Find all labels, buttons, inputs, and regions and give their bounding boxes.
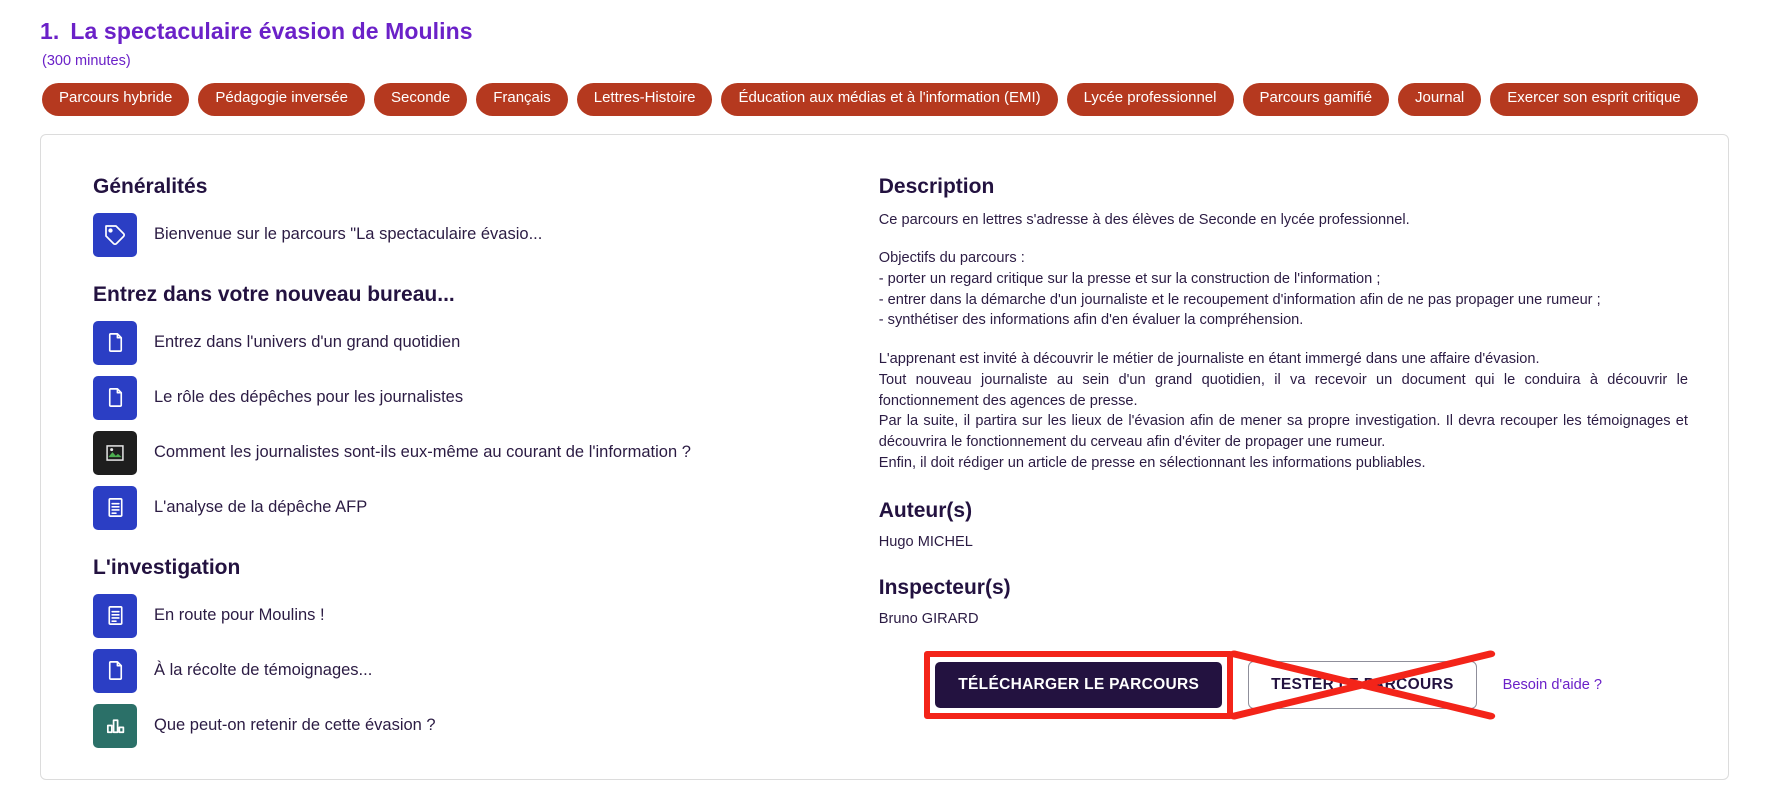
objective-item: - porter un regard critique sur la press… <box>878 270 1381 287</box>
tag-pill[interactable]: Pédagogie inversée <box>198 83 365 116</box>
body-paragraph: Enfin, il doit rédiger un article de pre… <box>878 454 1426 471</box>
authors-value: Hugo MICHEL <box>878 534 973 551</box>
activity-row[interactable]: Bienvenue sur le parcours "La spectacula… <box>93 212 821 257</box>
body-paragraph: L'apprenant est invité à découvrir le mé… <box>878 351 1540 368</box>
activity-row[interactable]: En route pour Moulins ! <box>93 593 821 638</box>
activity-row[interactable]: Entrez dans l'univers d'un grand quotidi… <box>93 320 821 365</box>
activity-row[interactable]: Comment les journalistes sont-ils eux-mê… <box>93 430 821 475</box>
tag-icon <box>93 212 137 257</box>
objective-item: - synthétiser des informations afin d'en… <box>878 312 1304 329</box>
tag-pill[interactable]: Exercer son esprit critique <box>1490 83 1698 116</box>
activity-label: À la récolte de témoignages... <box>154 660 373 679</box>
page-icon <box>93 320 137 365</box>
activity-label: En route pour Moulins ! <box>154 605 325 624</box>
section-generalites: Généralités Bienvenue sur le parcours "L… <box>93 175 821 257</box>
tag-pill[interactable]: Éducation aux médias et à l'information … <box>721 83 1058 116</box>
page-title: 1. La spectaculaire évasion de Moulins <box>40 10 1729 45</box>
objectives-title: Objectifs du parcours : <box>878 250 1025 267</box>
text-document-icon <box>93 593 137 638</box>
body-paragraph: Par la suite, il partira sur les lieux d… <box>878 413 1688 450</box>
details-column: Description Ce parcours en lettres s'adr… <box>851 165 1728 759</box>
tag-pill[interactable]: Parcours hybride <box>42 83 190 116</box>
test-button-wrapper: TESTER LE PARCOURS <box>1229 650 1496 720</box>
objective-item: - entrer dans la démarche d'un journalis… <box>878 291 1601 308</box>
activity-label: Le rôle des dépêches pour les journalist… <box>154 387 464 406</box>
download-button-wrapper: TÉLÉCHARGER LE PARCOURS <box>924 651 1234 720</box>
body-paragraph: Tout nouveau journaliste au sein d'un gr… <box>878 371 1688 409</box>
activity-row[interactable]: L'analyse de la dépêche AFP <box>93 485 821 530</box>
activity-label: Comment les journalistes sont-ils eux-mê… <box>154 442 691 461</box>
download-parcours-button[interactable]: TÉLÉCHARGER LE PARCOURS <box>935 662 1223 709</box>
activity-label: Bienvenue sur le parcours "La spectacula… <box>154 224 543 243</box>
tag-pill[interactable]: Seconde <box>374 83 468 116</box>
activity-row[interactable]: Que peut-on retenir de cette évasion ? <box>93 703 821 748</box>
description-heading: Description <box>878 174 995 198</box>
tag-list: Parcours hybride Pédagogie inversée Seco… <box>42 83 1729 116</box>
authors-heading: Auteur(s) <box>878 499 973 523</box>
tag-pill[interactable]: Journal <box>1398 83 1482 116</box>
activity-row[interactable]: Le rôle des dépêches pour les journalist… <box>93 375 821 420</box>
page-title-text: La spectaculaire évasion de Moulins <box>70 18 473 44</box>
activity-label: Que peut-on retenir de cette évasion ? <box>154 715 436 734</box>
tag-pill[interactable]: Parcours gamifié <box>1242 83 1390 116</box>
help-link[interactable]: Besoin d'aide ? <box>1503 677 1602 693</box>
inspectors-value: Bruno GIRARD <box>878 611 979 628</box>
activity-label: L'analyse de la dépêche AFP <box>154 497 368 516</box>
description-intro-block: Ce parcours en lettres s'adresse à des é… <box>879 210 1688 231</box>
objectives-block: Objectifs du parcours : - porter un rega… <box>879 248 1688 331</box>
section-heading: Entrez dans votre nouveau bureau... <box>93 282 455 306</box>
parcours-card: Généralités Bienvenue sur le parcours "L… <box>40 133 1729 780</box>
tag-pill[interactable]: Français <box>476 83 568 116</box>
bar-chart-icon <box>93 703 137 748</box>
page-icon <box>93 375 137 420</box>
description-intro: Ce parcours en lettres s'adresse à des é… <box>878 211 1410 228</box>
test-parcours-button[interactable]: TESTER LE PARCOURS <box>1248 661 1477 710</box>
broken-image-icon <box>93 430 137 475</box>
tag-pill[interactable]: Lettres-Histoire <box>576 83 713 116</box>
inspectors-heading: Inspecteur(s) <box>878 576 1011 600</box>
text-document-icon <box>93 485 137 530</box>
page-root: 1. La spectaculaire évasion de Moulins (… <box>0 0 1769 780</box>
activity-row[interactable]: À la récolte de témoignages... <box>93 648 821 693</box>
action-buttons-row: TÉLÉCHARGER LE PARCOURS TESTER LE PARCOU… <box>879 650 1688 720</box>
page-title-number: 1. <box>40 18 60 44</box>
section-heading: Généralités <box>93 174 208 198</box>
activities-column: Généralités Bienvenue sur le parcours "L… <box>41 165 851 759</box>
section-heading: L'investigation <box>93 555 241 579</box>
page-icon <box>93 648 137 693</box>
section-bureau: Entrez dans votre nouveau bureau... Entr… <box>93 283 821 530</box>
body-block: L'apprenant est invité à découvrir le mé… <box>879 349 1688 473</box>
tag-pill[interactable]: Lycée professionnel <box>1066 83 1234 116</box>
activity-label: Entrez dans l'univers d'un grand quotidi… <box>154 332 461 351</box>
duration-label: (300 minutes) <box>42 53 131 69</box>
section-investigation: L'investigation En route pour Moulins ! <box>93 556 821 748</box>
